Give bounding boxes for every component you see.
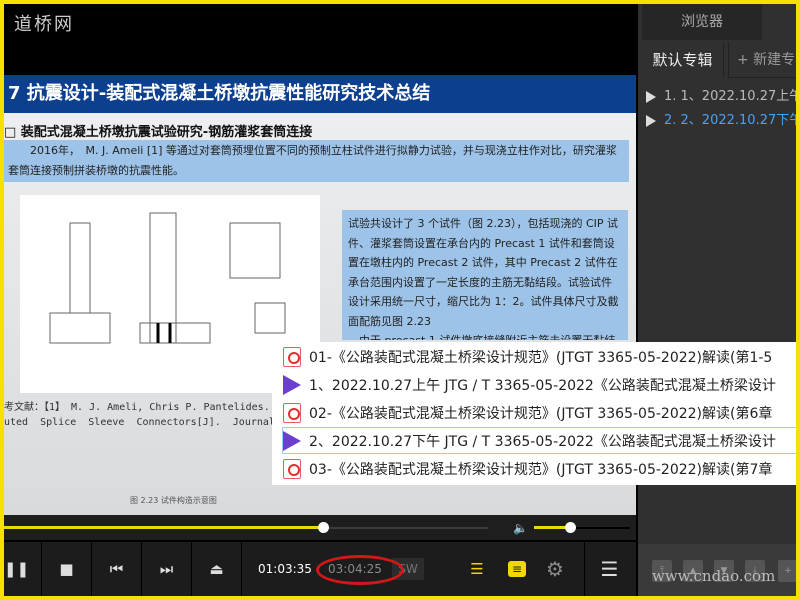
next-icon: ⏭ (159, 560, 174, 578)
volume-icon[interactable]: 🔈 (513, 521, 528, 535)
popup-item-selected[interactable]: 2、2022.10.27下午 JTG / T 3365-05-2022《公路装配… (282, 427, 800, 454)
add-button[interactable]: + (778, 560, 798, 582)
eject-button[interactable]: ⏏ (192, 542, 242, 596)
popup-item[interactable]: 02-《公路装配式混凝土桥梁设计规范》(JTGT 3365-05-2022)解读… (282, 399, 800, 426)
next-button[interactable]: ⏭ (142, 542, 192, 596)
playlist-icon: ≡ (507, 561, 527, 577)
menu-button[interactable]: ☰ (584, 542, 634, 596)
slide-textbox: 试验共设计了 3 个试件（图 2.23），包括现浇的 CIP 试件、灌浆套筒设置… (342, 210, 628, 340)
gear-icon: ⚙ (546, 557, 564, 581)
panel-item-label: 2. 2、2022.10.27下午 (664, 113, 800, 128)
red-circle-annotation (316, 555, 404, 585)
list-search-icon: ☰ (470, 560, 484, 578)
play-icon (646, 90, 656, 103)
seek-progress (4, 526, 324, 529)
stop-button[interactable]: ■ (42, 542, 92, 596)
panel-item-label: 1. 1、2022.10.27上午 (664, 89, 800, 104)
menu-icon: ☰ (600, 557, 619, 581)
logo: 道桥网 (14, 14, 74, 35)
figure-drawing (49, 212, 286, 344)
control-bar: ❚❚ ■ ⏮ ⏭ ⏏ 01:03:35 SW 03:04:25 ☰ ≡ ⚙ ☰ (0, 542, 636, 596)
tab-default-album[interactable]: 默认专辑 (642, 42, 724, 78)
popup-item[interactable]: 1、2022.10.27上午 JTG / T 3365-05-2022《公路装配… (282, 371, 800, 398)
stop-icon: ■ (59, 560, 74, 578)
slide-title: 7 抗震设计-装配式混凝土桥墩抗震性能研究技术总结 (4, 75, 636, 113)
slide-paragraph: 2016年， M. J. Ameli [1] 等通过对套筒预埋位置不同的预制立柱… (4, 140, 629, 182)
right-panel: 浏览器 默认专辑 + 新建专辑 1. 1、2022.10.27上午 2. 2、2… (638, 0, 800, 600)
slide-subtitle: □ 装配式混凝土桥墩抗震试验研究-钢筋灌浆套筒连接 (4, 125, 313, 140)
panel-list-item[interactable]: 1. 1、2022.10.27上午 (646, 86, 800, 108)
play-icon (646, 114, 656, 127)
seek-thumb[interactable] (318, 522, 330, 533)
settings-button[interactable]: ⚙ (530, 542, 580, 596)
browser-tab[interactable]: 浏览器 (642, 4, 762, 40)
pause-button[interactable]: ❚❚ (0, 542, 42, 596)
pdf-icon (283, 458, 301, 479)
previous-icon: ⏮ (109, 560, 124, 578)
popup-item[interactable]: 03-《公路装配式混凝土桥梁设计规范》(JTGT 3365-05-2022)解读… (282, 455, 800, 482)
popup-item-label: 02-《公路装配式混凝土桥梁设计规范》(JTGT 3365-05-2022)解读… (309, 405, 773, 422)
seek-bar-area: 🔈 (0, 515, 636, 540)
references: 考文献：【1】 M. J. Ameli, Chris P. Pantelides… (4, 402, 299, 428)
tab-new-album[interactable]: + 新建专辑 (728, 42, 800, 78)
popup-item-label: 2、2022.10.27下午 JTG / T 3365-05-2022《公路装配… (309, 433, 776, 450)
watermark: www.cndao.com (652, 567, 776, 585)
video-icon (283, 430, 301, 451)
video-icon (283, 374, 301, 395)
current-time: 01:03:35 (258, 562, 312, 576)
pdf-icon (283, 346, 301, 367)
popup-item-label: 03-《公路装配式混凝土桥梁设计规范》(JTGT 3365-05-2022)解读… (309, 461, 773, 478)
popup-item-label: 01-《公路装配式混凝土桥梁设计规范》(JTGT 3365-05-2022)解读… (309, 349, 773, 366)
playlist-popup: 01-《公路装配式混凝土桥梁设计规范》(JTGT 3365-05-2022)解读… (272, 342, 800, 485)
pause-icon: ❚❚ (3, 560, 30, 578)
previous-button[interactable]: ⏮ (92, 542, 142, 596)
volume-thumb[interactable] (565, 522, 577, 533)
pdf-icon (283, 402, 301, 423)
figure-caption: 图 2.23 试件构造示意图 (130, 496, 217, 505)
panel-list-item-active[interactable]: 2. 2、2022.10.27下午 (646, 110, 800, 132)
popup-item-label: 1、2022.10.27上午 JTG / T 3365-05-2022《公路装配… (309, 377, 776, 394)
eject-icon: ⏏ (209, 560, 224, 578)
popup-item[interactable]: 01-《公路装配式混凝土桥梁设计规范》(JTGT 3365-05-2022)解读… (282, 343, 800, 370)
